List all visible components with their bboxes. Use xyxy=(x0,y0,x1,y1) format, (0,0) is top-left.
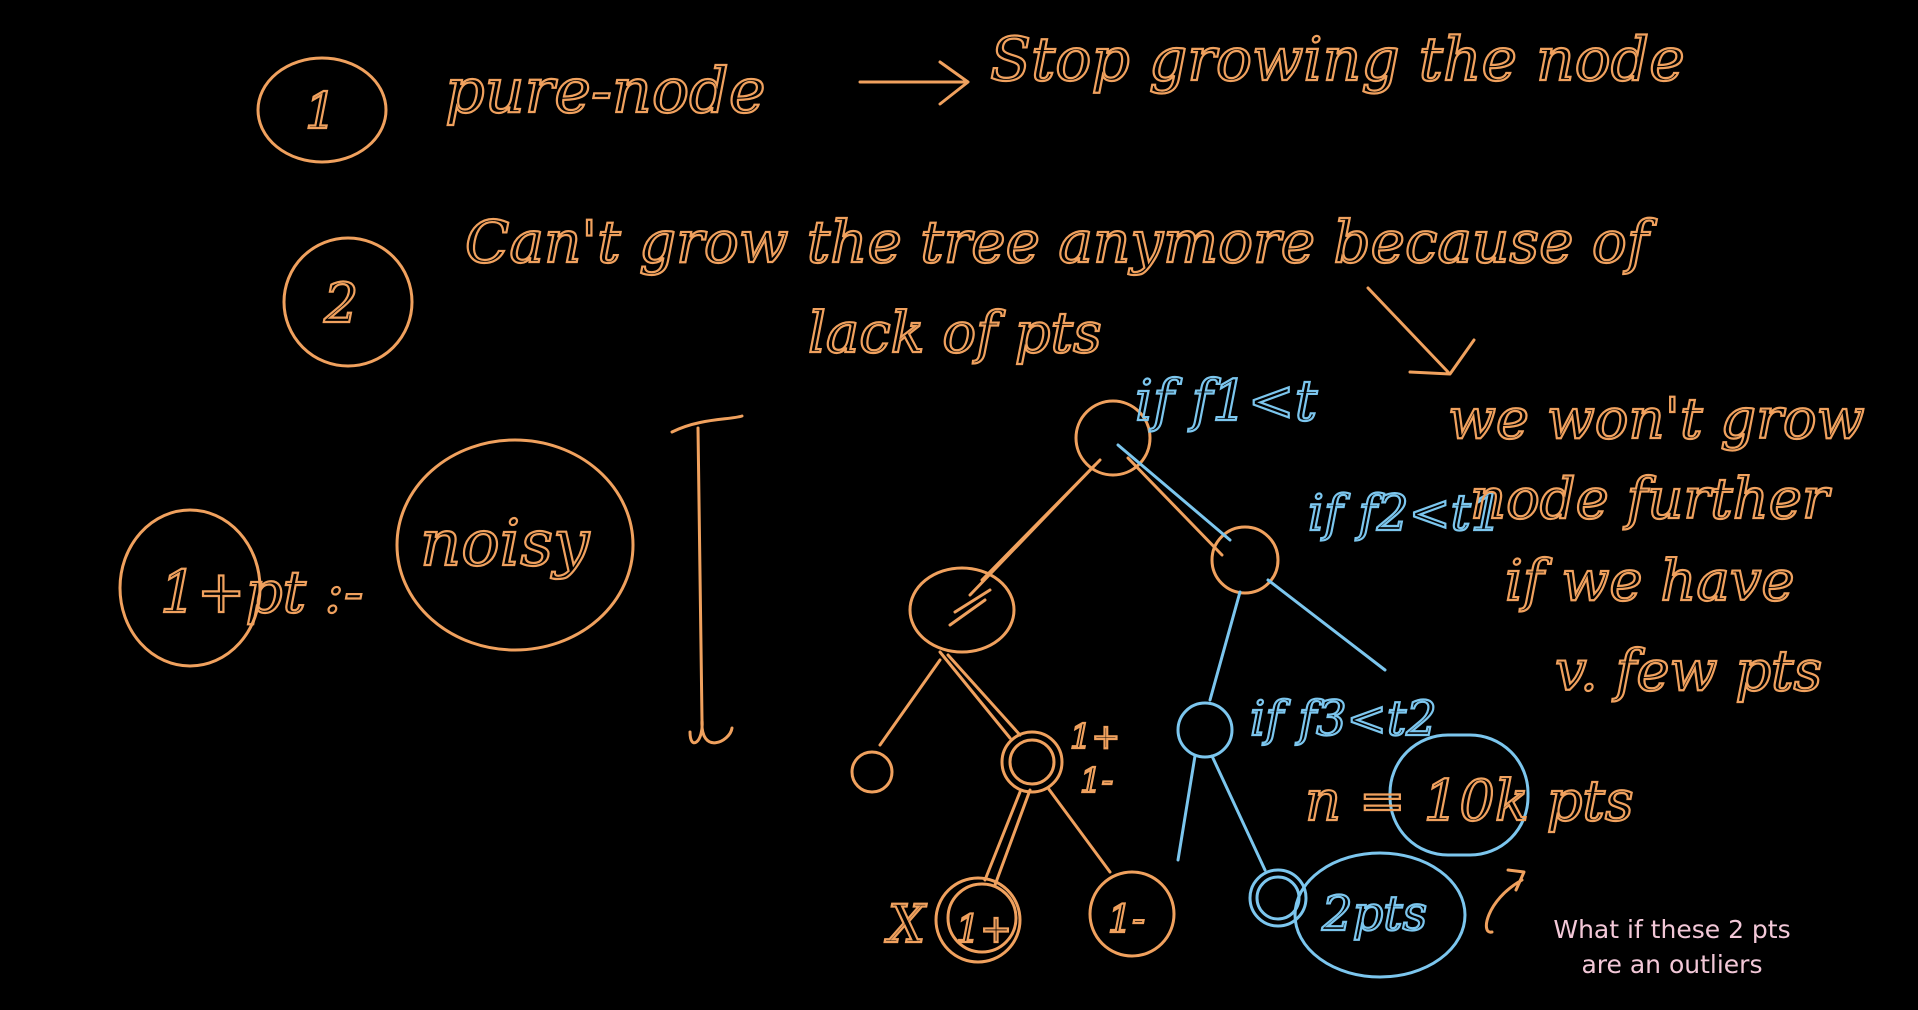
arrow-down-right-icon xyxy=(1366,286,1476,376)
leaf-positive-label: 1+ xyxy=(956,907,1012,951)
arrow-down-icon xyxy=(670,414,744,745)
wont-grow-line-1: we won't grow xyxy=(1448,387,1865,452)
leaf-negative-label: 1- xyxy=(1108,897,1145,941)
tree-left-node xyxy=(908,566,1016,654)
whiteboard-canvas: 1 pure-node Stop growing the node 2 Can'… xyxy=(0,0,1918,1010)
arrow-up-icon xyxy=(1484,868,1526,934)
arrow-right-icon xyxy=(858,60,970,106)
wont-grow-line-3: if we have xyxy=(1505,549,1795,614)
caption-line-1: What if these 2 pts xyxy=(1553,915,1791,944)
caption-line-2: are an outliers xyxy=(1581,950,1763,979)
mid-positive-label: 1+ xyxy=(1070,717,1120,757)
cant-grow-text: Can't grow the tree anymore because of xyxy=(465,208,1658,276)
mid-negative-label: 1- xyxy=(1080,761,1113,801)
video-caption: What if these 2 pts are an outliers xyxy=(1522,912,1822,982)
if-f3-label: if f3<t2 xyxy=(1250,691,1437,747)
two-pts-text: 2pts xyxy=(1321,886,1427,942)
tree-leaf-x-node xyxy=(850,750,894,794)
noisy-text: noisy xyxy=(420,507,590,581)
tree-blue-node xyxy=(1176,701,1234,759)
one-plus-pt-text: 1+pt :- xyxy=(160,558,364,626)
if-f1-label: if f1<t xyxy=(1135,369,1318,434)
wont-grow-line-2: node further xyxy=(1470,467,1832,532)
leaf-x-mark: X xyxy=(884,895,927,955)
lack-of-pts-text: lack of pts xyxy=(808,301,1102,366)
number-2: 2 xyxy=(323,272,358,335)
number-1: 1 xyxy=(305,82,337,140)
wont-grow-line-4: v. few pts xyxy=(1555,639,1822,704)
stop-growing-text: Stop growing the node xyxy=(990,25,1685,95)
n-10k-text: n = 10k pts xyxy=(1305,769,1634,834)
tree-right-node xyxy=(1210,525,1280,595)
pure-node-text: pure-node xyxy=(445,54,766,127)
